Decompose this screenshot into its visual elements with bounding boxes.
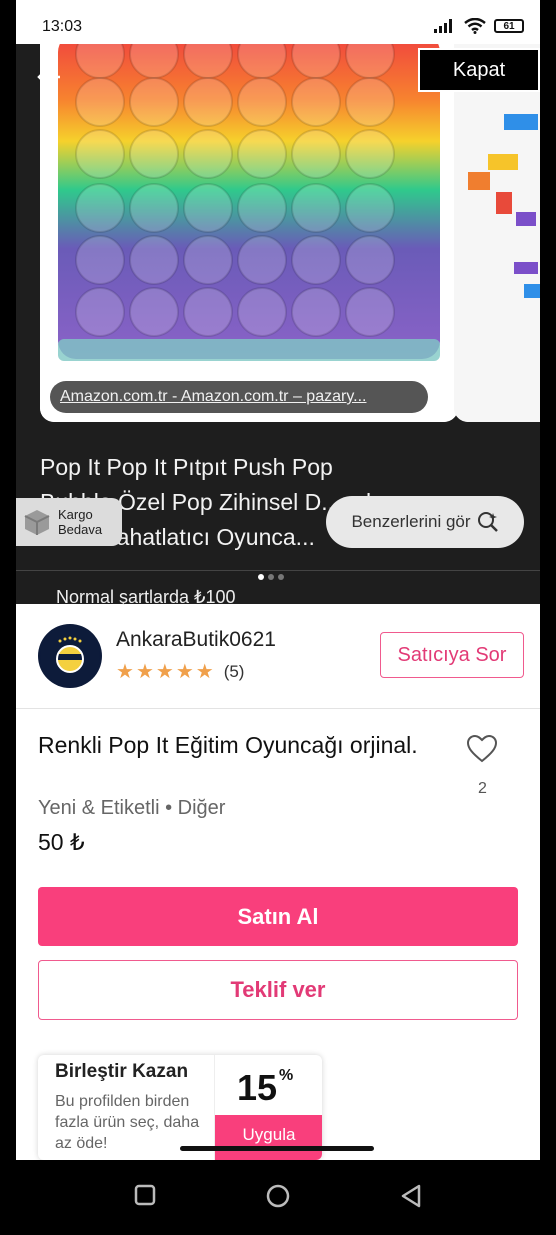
image-source-text: Amazon.com.tr - Amazon.com.tr – pazary..… <box>60 388 367 405</box>
make-offer-button[interactable]: Teklif ver <box>38 960 518 1020</box>
pagination-dot <box>278 574 284 580</box>
free-shipping-badge: Kargo Bedava <box>16 498 122 546</box>
product-price: 50 ₺ <box>38 829 85 855</box>
rating-count: (5) <box>223 662 245 681</box>
back-button[interactable] <box>36 66 62 94</box>
heart-icon <box>466 734 498 763</box>
wifi-icon <box>464 18 486 34</box>
status-time: 13:03 <box>42 18 83 35</box>
star-icon: ★ <box>135 661 154 683</box>
secondary-product-image[interactable] <box>454 44 540 422</box>
star-icon: ★ <box>116 661 134 683</box>
nav-back-icon <box>401 1184 421 1208</box>
free-label: Bedava <box>58 522 103 537</box>
apply-promo-button[interactable]: Uygula <box>215 1115 322 1160</box>
promo-title: Birleştir Kazan <box>55 1061 189 1082</box>
battery-icon: 61 <box>494 19 524 33</box>
pop-it-toy-image <box>40 44 458 422</box>
promo-percent: 15% <box>237 1067 293 1109</box>
search-image-icon <box>477 512 498 532</box>
home-indicator <box>180 1146 374 1151</box>
product-condition: Yeni & Etiketli • Diğer <box>38 797 226 819</box>
star-icon: ★ <box>155 661 174 683</box>
package-icon <box>24 510 50 535</box>
nav-home-button[interactable] <box>266 1184 290 1213</box>
status-bar: 13:03 61 <box>16 0 540 44</box>
star-icon: ★ <box>175 661 194 683</box>
blocks-toy-image <box>454 44 540 422</box>
cargo-label: Kargo <box>58 507 93 522</box>
percent-value: 15 <box>237 1067 278 1108</box>
seller-section: AnkaraButik0621 ★ ★ ★ ★ ★ (5) Satıcıya S… <box>16 604 540 709</box>
nav-back-button[interactable] <box>400 1184 422 1213</box>
promo-description: Bu profilden birden fazla ürün seç, daha… <box>55 1093 200 1152</box>
close-button[interactable]: Kapat <box>418 48 540 92</box>
nav-home-icon <box>266 1184 290 1208</box>
bundle-promo-card: Birleştir Kazan Bu profilden birden fazl… <box>38 1055 322 1160</box>
image-gallery: Amazon.com.tr - Amazon.com.tr – pazary..… <box>16 44 540 605</box>
product-image[interactable] <box>40 44 458 422</box>
like-count: 2 <box>478 780 487 797</box>
ask-seller-button[interactable]: Satıcıya Sor <box>380 632 524 678</box>
percent-sign: % <box>279 1067 294 1084</box>
free-shipping-text: Kargo Bedava <box>58 507 102 537</box>
seller-name[interactable]: AnkaraButik0621 <box>116 628 276 652</box>
back-arrow-icon <box>37 68 60 86</box>
phone-screen: 13:03 61 Amazon.com.tr - Amazon.com.tr –… <box>16 0 540 1160</box>
status-icons: 61 <box>434 18 524 34</box>
seller-avatar[interactable] <box>38 624 102 688</box>
star-icon: ★ <box>195 661 214 683</box>
promo-discount: 15% Uygula <box>214 1055 322 1160</box>
gallery-pagination <box>258 574 284 580</box>
favorite-button[interactable] <box>466 734 498 769</box>
pagination-dot <box>258 574 264 580</box>
image-source-link[interactable]: Amazon.com.tr - Amazon.com.tr – pazary..… <box>50 381 428 413</box>
caption-line: Pop It Pop It Pıtpıt Push Pop <box>40 454 333 480</box>
see-similar-button[interactable]: Benzerlerini gör <box>326 496 524 548</box>
system-nav-bar <box>0 1160 556 1235</box>
seller-rating: ★ ★ ★ ★ ★ (5) <box>116 662 244 682</box>
buy-button[interactable]: Satın Al <box>38 887 518 946</box>
battery-level: 61 <box>503 20 515 32</box>
signal-icon <box>434 19 452 33</box>
team-logo-icon <box>40 626 100 686</box>
see-similar-label: Benzerlerini gör <box>351 512 471 531</box>
normal-price-text: Normal şartlarda ₺100 <box>56 587 236 605</box>
nav-recents-icon <box>134 1184 156 1206</box>
pagination-dot <box>268 574 274 580</box>
nav-recents-button[interactable] <box>134 1184 156 1211</box>
product-title: Renkli Pop It Eğitim Oyuncağı orjinal. <box>38 732 418 758</box>
